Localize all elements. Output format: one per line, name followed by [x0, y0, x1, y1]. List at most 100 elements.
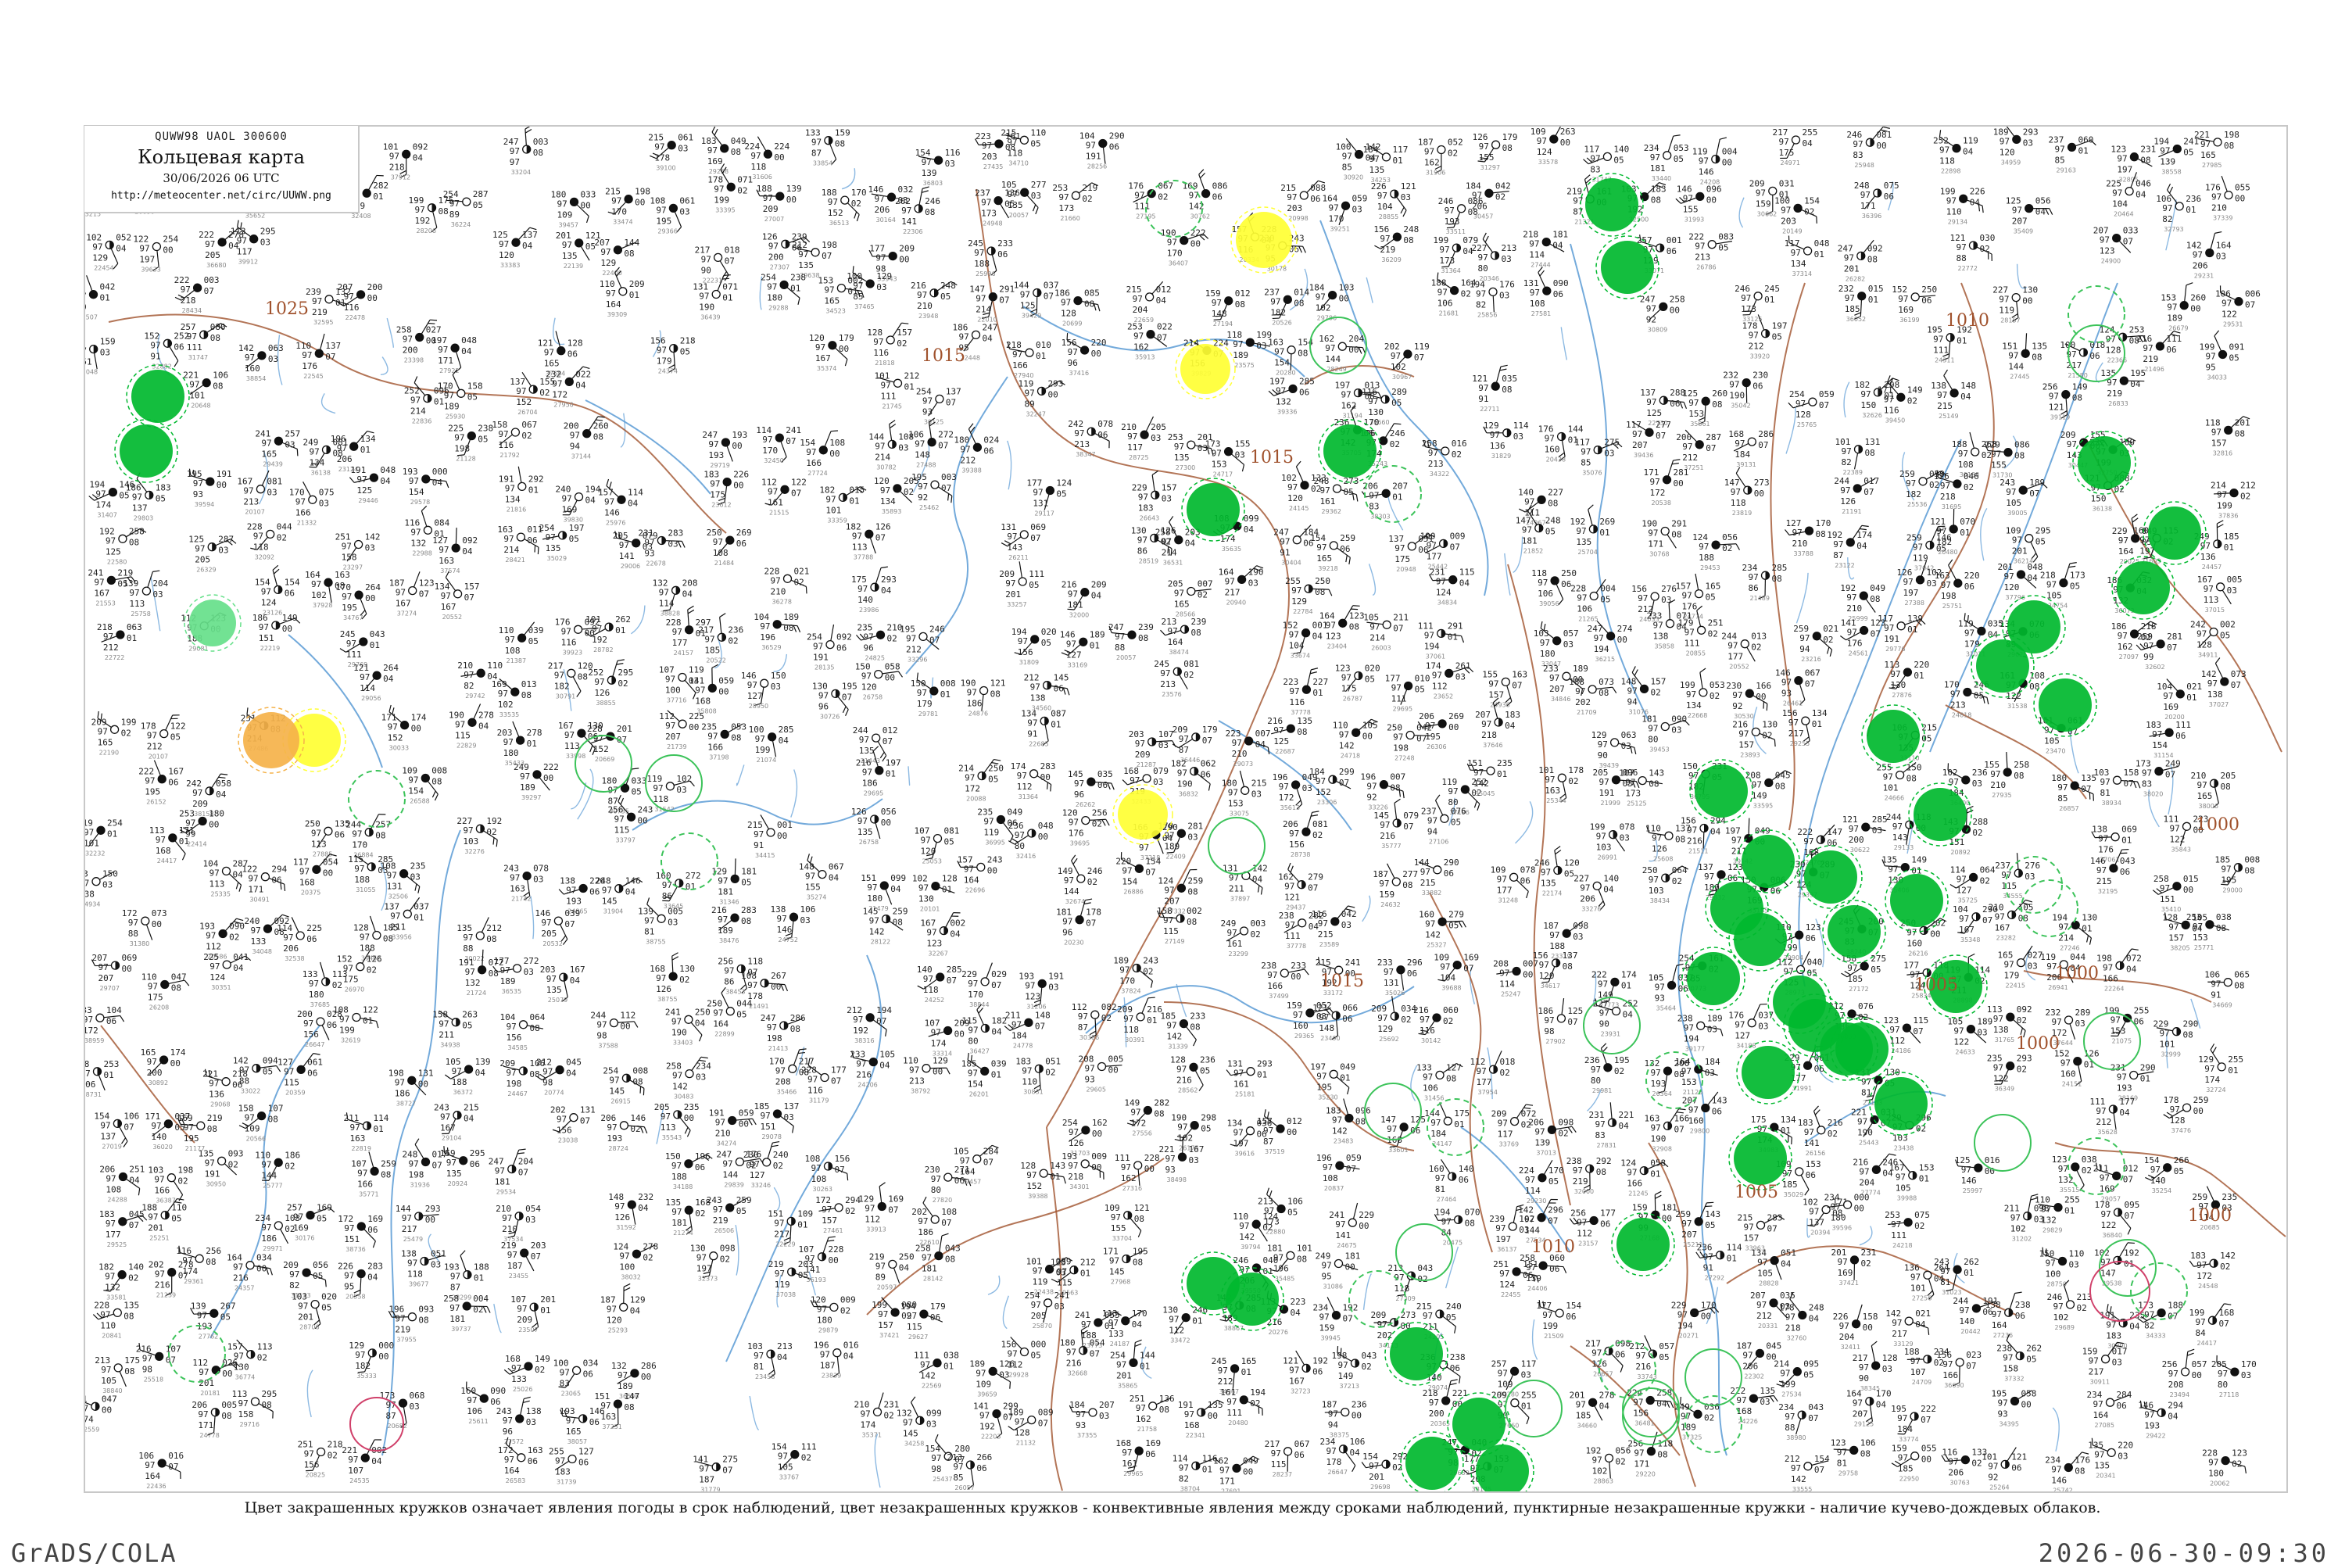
station-circle: [1128, 631, 1136, 639]
convective-ring[interactable]: [1974, 1115, 2031, 1171]
weather-marker-filled[interactable]: [1971, 635, 2034, 697]
weather-marker-filled[interactable]: [1870, 1072, 1932, 1135]
station-plot: 112970180217737954: [1470, 1051, 1516, 1096]
svg-text:97: 97: [875, 253, 886, 263]
svg-text:97: 97: [1699, 542, 1709, 552]
station-circle: [1283, 295, 1291, 303]
svg-text:218: 218: [389, 162, 405, 172]
weather-marker-filled[interactable]: [2143, 502, 2206, 564]
station-plot: 113972950311739912: [231, 220, 276, 266]
svg-text:37928: 37928: [313, 602, 332, 609]
svg-text:146: 146: [1699, 167, 1714, 177]
weather-marker-filled[interactable]: [1581, 174, 1643, 236]
station-circle: [2114, 776, 2121, 784]
station-plot: 251971420315823297: [335, 532, 381, 571]
svg-text:139: 139: [786, 184, 802, 194]
station-plot: 225972380519821128: [448, 424, 493, 463]
station-circle: [1190, 1063, 1198, 1071]
svg-text:08: 08: [1651, 195, 1661, 206]
svg-text:31747: 31747: [188, 354, 208, 361]
station-plot: 177970100511129695: [1385, 674, 1430, 713]
weather-marker-filled[interactable]: [115, 420, 177, 482]
weather-marker-filled[interactable]: [127, 365, 189, 428]
convective-ring[interactable]: [2090, 1262, 2150, 1321]
station-plot: 182970620619036832: [1171, 759, 1216, 798]
svg-text:217: 217: [1225, 587, 1241, 597]
weather-marker-filled[interactable]: [1319, 420, 1381, 482]
station-circle: [1699, 689, 1707, 696]
svg-text:04: 04: [2130, 379, 2141, 389]
weather-marker-filled[interactable]: [1862, 705, 1924, 768]
svg-text:97: 97: [1860, 389, 1871, 399]
weather-marker-filled[interactable]: [1176, 339, 1235, 399]
svg-text:02: 02: [2240, 492, 2250, 502]
svg-text:28206: 28206: [417, 227, 436, 234]
svg-text:97: 97: [1682, 591, 1692, 601]
station-plot: 180970330010939457: [551, 189, 596, 228]
weather-marker-filled[interactable]: [1737, 1041, 1799, 1104]
station-circle: [685, 1015, 693, 1023]
station-plot: 191970480412529446: [349, 465, 396, 504]
station-plot: 11597182048036427: [961, 1004, 1007, 1055]
station-circle: [1754, 292, 1762, 300]
weather-marker-filled[interactable]: [1182, 478, 1244, 541]
weather-marker-filled[interactable]: [1729, 1127, 1792, 1190]
station-circle: [350, 442, 358, 450]
weather-marker-filled[interactable]: [1729, 908, 1792, 971]
station-circle: [989, 1367, 997, 1375]
weather-marker-filled[interactable]: [184, 595, 241, 651]
station-plot: 131972930116125181: [1226, 1059, 1273, 1098]
weather-marker-filled[interactable]: [1737, 830, 1799, 893]
weather-marker-filled[interactable]: [1596, 236, 1659, 299]
weather-marker-filled[interactable]: [1401, 1432, 1463, 1493]
map-url[interactable]: http://meteocenter.net/circ/UUWW.png: [84, 190, 358, 202]
svg-text:205: 205: [1151, 422, 1166, 432]
weather-marker-filled[interactable]: [1799, 846, 1862, 908]
svg-text:97: 97: [1086, 141, 1096, 151]
weather-marker-filled[interactable]: [2073, 431, 2136, 494]
station-circle: [2107, 1448, 2115, 1456]
svg-text:01: 01: [1814, 249, 1824, 260]
isobar-label: 1000: [2016, 1034, 2060, 1054]
isobar-label: 1015: [1250, 448, 1294, 467]
weather-marker-filled[interactable]: [1690, 760, 1752, 822]
svg-text:035: 035: [1502, 374, 1517, 384]
station-plot: 162972040014428249: [1319, 334, 1366, 373]
station-circle: [2225, 192, 2232, 199]
svg-text:137: 137: [522, 230, 538, 240]
weather-marker-filled[interactable]: [1612, 1213, 1674, 1276]
svg-text:118: 118: [1007, 148, 1022, 158]
station-circle: [258, 352, 266, 360]
weather-marker-filled[interactable]: [1682, 947, 1745, 1010]
weather-marker-filled[interactable]: [1823, 900, 1885, 963]
weather-marker-filled[interactable]: [1221, 1268, 1283, 1330]
convective-ring[interactable]: [1685, 1349, 1742, 1405]
svg-text:02: 02: [539, 388, 550, 398]
convective-ring[interactable]: [1505, 1380, 1562, 1437]
station-circle: [935, 1252, 943, 1260]
weather-marker-filled[interactable]: [1385, 1323, 1448, 1385]
svg-text:20438: 20438: [1546, 456, 1566, 464]
station-circle: [685, 1160, 693, 1168]
station-plot: 139972670519327762: [191, 1301, 236, 1340]
svg-text:024: 024: [983, 435, 999, 445]
svg-text:39119: 39119: [2050, 414, 2070, 421]
weather-marker-filled[interactable]: [238, 707, 304, 773]
weather-marker-filled[interactable]: [1885, 869, 1948, 932]
station-circle: [1860, 627, 1868, 635]
weather-marker-filled[interactable]: [2034, 674, 2096, 736]
station-circle: [142, 587, 150, 595]
weather-marker-filled[interactable]: [1815, 1018, 1878, 1080]
weather-marker-filled[interactable]: [2112, 557, 2175, 619]
svg-text:97: 97: [1936, 526, 1946, 536]
weather-marker-filled[interactable]: [1113, 785, 1172, 844]
weather-marker-filled[interactable]: [1909, 783, 1971, 846]
station-plot: 13497087019122685: [1021, 708, 1066, 747]
svg-text:97: 97: [1638, 593, 1648, 603]
svg-text:118: 118: [1939, 156, 1955, 166]
station-plot: 142970730713837027: [2201, 658, 2247, 708]
wind-barb: [968, 424, 982, 444]
svg-text:03: 03: [218, 546, 228, 556]
station-plot: 154971080016627724: [800, 428, 845, 477]
svg-text:00: 00: [733, 481, 743, 491]
